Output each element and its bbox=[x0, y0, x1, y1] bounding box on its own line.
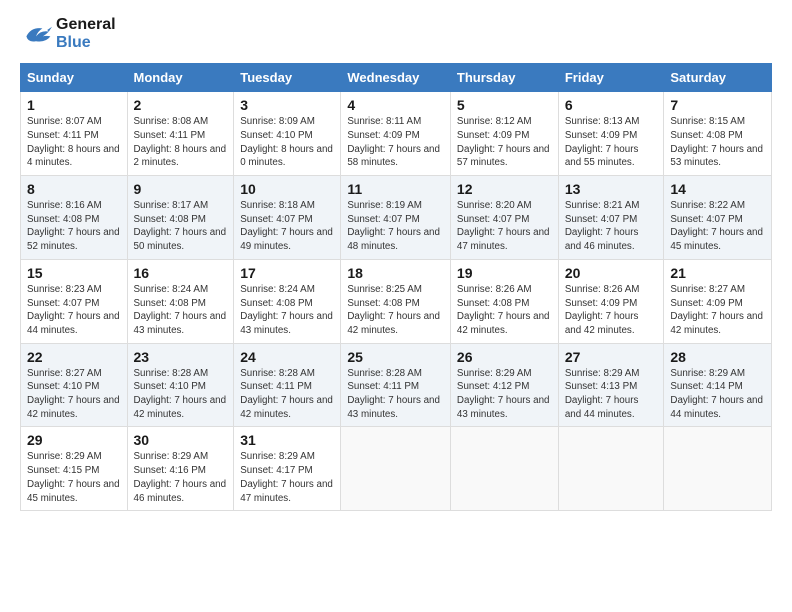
day-cell: 19Sunrise: 8:26 AMSunset: 4:08 PMDayligh… bbox=[450, 259, 558, 343]
day-cell: 25Sunrise: 8:28 AMSunset: 4:11 PMDayligh… bbox=[341, 343, 451, 427]
day-cell: 24Sunrise: 8:28 AMSunset: 4:11 PMDayligh… bbox=[234, 343, 341, 427]
col-tuesday: Tuesday bbox=[234, 64, 341, 92]
col-saturday: Saturday bbox=[664, 64, 772, 92]
empty-cell bbox=[558, 427, 664, 511]
empty-cell bbox=[341, 427, 451, 511]
day-cell: 13Sunrise: 8:21 AMSunset: 4:07 PMDayligh… bbox=[558, 176, 664, 260]
calendar-body: 1Sunrise: 8:07 AMSunset: 4:11 PMDaylight… bbox=[21, 92, 772, 511]
empty-cell bbox=[450, 427, 558, 511]
day-cell: 31Sunrise: 8:29 AMSunset: 4:17 PMDayligh… bbox=[234, 427, 341, 511]
day-cell: 16Sunrise: 8:24 AMSunset: 4:08 PMDayligh… bbox=[127, 259, 234, 343]
logo: General Blue bbox=[20, 16, 116, 51]
calendar-table: Sunday Monday Tuesday Wednesday Thursday… bbox=[20, 63, 772, 511]
day-cell: 28Sunrise: 8:29 AMSunset: 4:14 PMDayligh… bbox=[664, 343, 772, 427]
col-sunday: Sunday bbox=[21, 64, 128, 92]
day-cell: 8Sunrise: 8:16 AMSunset: 4:08 PMDaylight… bbox=[21, 176, 128, 260]
day-cell: 5Sunrise: 8:12 AMSunset: 4:09 PMDaylight… bbox=[450, 92, 558, 176]
page-header: General Blue bbox=[20, 16, 772, 51]
day-cell: 1Sunrise: 8:07 AMSunset: 4:11 PMDaylight… bbox=[21, 92, 128, 176]
day-cell: 7Sunrise: 8:15 AMSunset: 4:08 PMDaylight… bbox=[664, 92, 772, 176]
day-cell: 14Sunrise: 8:22 AMSunset: 4:07 PMDayligh… bbox=[664, 176, 772, 260]
day-cell: 26Sunrise: 8:29 AMSunset: 4:12 PMDayligh… bbox=[450, 343, 558, 427]
calendar-week-row: 8Sunrise: 8:16 AMSunset: 4:08 PMDaylight… bbox=[21, 176, 772, 260]
day-cell: 11Sunrise: 8:19 AMSunset: 4:07 PMDayligh… bbox=[341, 176, 451, 260]
calendar-week-row: 22Sunrise: 8:27 AMSunset: 4:10 PMDayligh… bbox=[21, 343, 772, 427]
day-cell: 17Sunrise: 8:24 AMSunset: 4:08 PMDayligh… bbox=[234, 259, 341, 343]
logo-icon bbox=[20, 20, 52, 48]
col-wednesday: Wednesday bbox=[341, 64, 451, 92]
day-cell: 23Sunrise: 8:28 AMSunset: 4:10 PMDayligh… bbox=[127, 343, 234, 427]
day-cell: 3Sunrise: 8:09 AMSunset: 4:10 PMDaylight… bbox=[234, 92, 341, 176]
day-cell: 9Sunrise: 8:17 AMSunset: 4:08 PMDaylight… bbox=[127, 176, 234, 260]
day-cell: 21Sunrise: 8:27 AMSunset: 4:09 PMDayligh… bbox=[664, 259, 772, 343]
day-cell: 6Sunrise: 8:13 AMSunset: 4:09 PMDaylight… bbox=[558, 92, 664, 176]
empty-cell bbox=[664, 427, 772, 511]
day-cell: 22Sunrise: 8:27 AMSunset: 4:10 PMDayligh… bbox=[21, 343, 128, 427]
calendar-week-row: 1Sunrise: 8:07 AMSunset: 4:11 PMDaylight… bbox=[21, 92, 772, 176]
calendar-header-row: Sunday Monday Tuesday Wednesday Thursday… bbox=[21, 64, 772, 92]
col-friday: Friday bbox=[558, 64, 664, 92]
calendar-week-row: 29Sunrise: 8:29 AMSunset: 4:15 PMDayligh… bbox=[21, 427, 772, 511]
logo-text: General Blue bbox=[56, 16, 116, 51]
col-thursday: Thursday bbox=[450, 64, 558, 92]
day-cell: 10Sunrise: 8:18 AMSunset: 4:07 PMDayligh… bbox=[234, 176, 341, 260]
col-monday: Monday bbox=[127, 64, 234, 92]
day-cell: 12Sunrise: 8:20 AMSunset: 4:07 PMDayligh… bbox=[450, 176, 558, 260]
day-cell: 4Sunrise: 8:11 AMSunset: 4:09 PMDaylight… bbox=[341, 92, 451, 176]
day-cell: 2Sunrise: 8:08 AMSunset: 4:11 PMDaylight… bbox=[127, 92, 234, 176]
day-cell: 29Sunrise: 8:29 AMSunset: 4:15 PMDayligh… bbox=[21, 427, 128, 511]
calendar-week-row: 15Sunrise: 8:23 AMSunset: 4:07 PMDayligh… bbox=[21, 259, 772, 343]
day-cell: 30Sunrise: 8:29 AMSunset: 4:16 PMDayligh… bbox=[127, 427, 234, 511]
day-cell: 18Sunrise: 8:25 AMSunset: 4:08 PMDayligh… bbox=[341, 259, 451, 343]
day-cell: 20Sunrise: 8:26 AMSunset: 4:09 PMDayligh… bbox=[558, 259, 664, 343]
day-cell: 15Sunrise: 8:23 AMSunset: 4:07 PMDayligh… bbox=[21, 259, 128, 343]
day-cell: 27Sunrise: 8:29 AMSunset: 4:13 PMDayligh… bbox=[558, 343, 664, 427]
